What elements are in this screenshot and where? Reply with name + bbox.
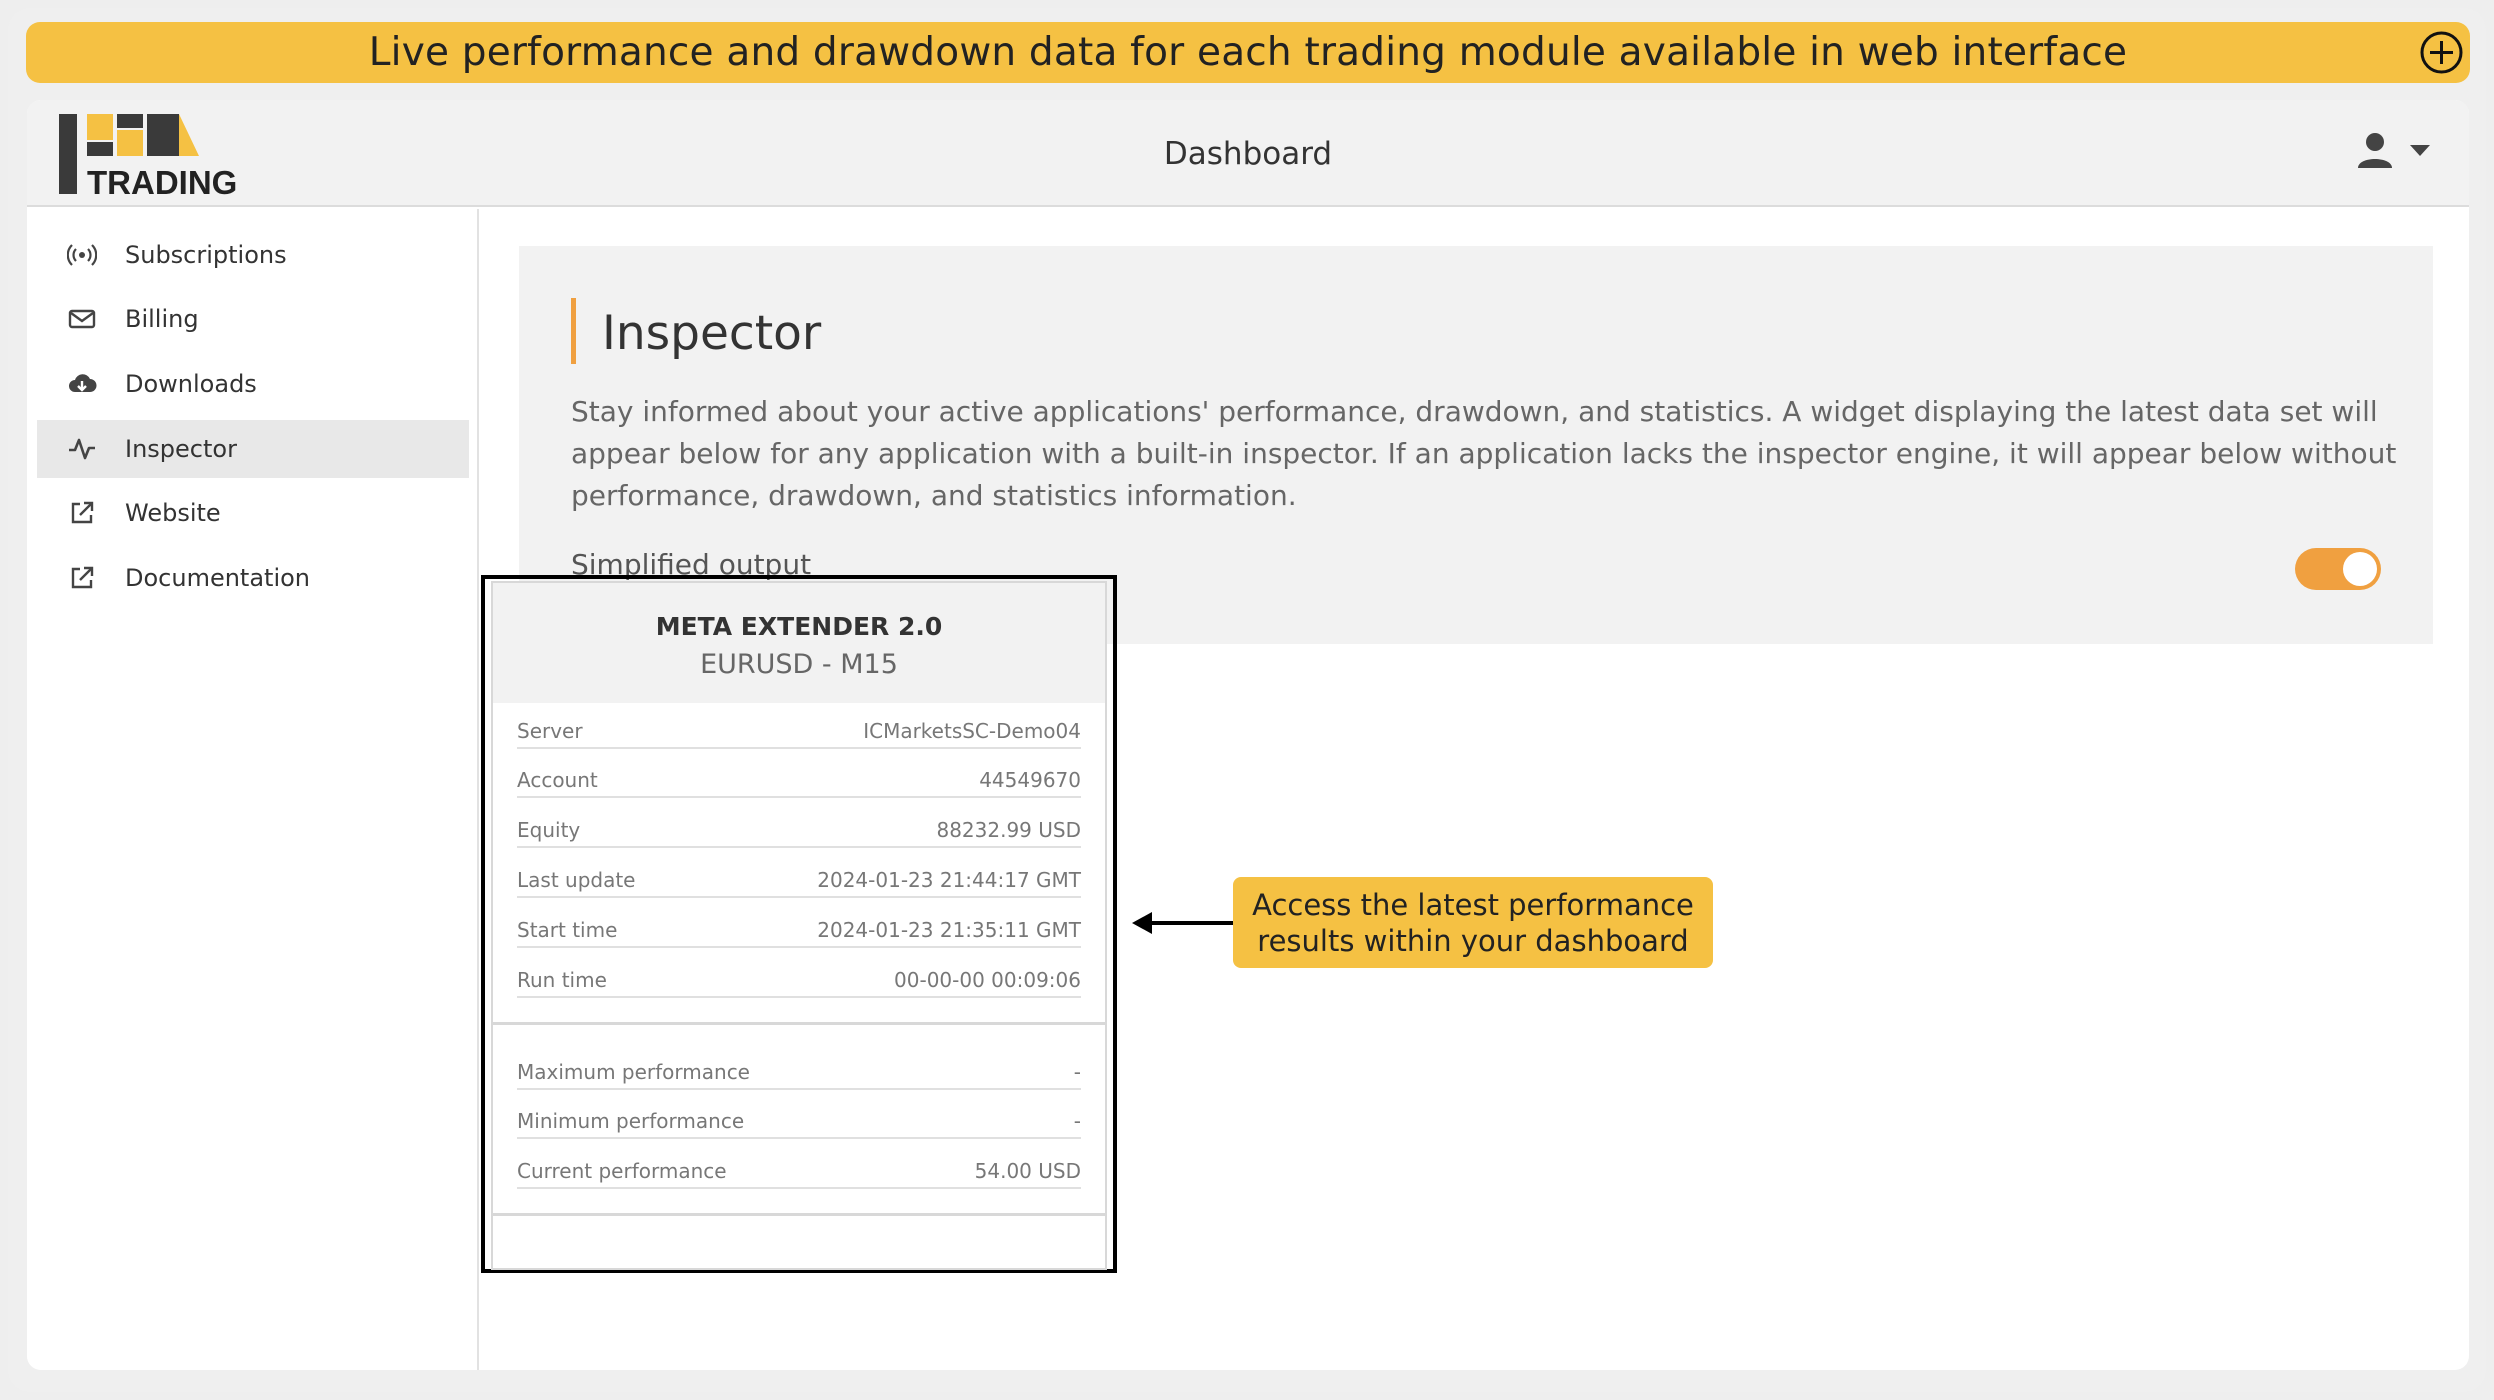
widget-subtitle: EURUSD - M15 (700, 649, 898, 680)
user-icon[interactable] (2355, 130, 2395, 170)
row-label: Last update (517, 868, 636, 892)
promo-banner: Live performance and drawdown data for e… (26, 22, 2470, 83)
row-value: ICMarketsSC-Demo04 (863, 719, 1081, 743)
external-link-icon (67, 498, 97, 528)
row-label: Minimum performance (517, 1109, 745, 1133)
sidebar-item-label: Documentation (125, 564, 311, 592)
row-value: 2024-01-23 21:35:11 GMT (817, 918, 1081, 942)
row-value: 00-00-00 00:09:06 (894, 968, 1081, 992)
table-row: Current performance 54.00 USD (517, 1149, 1081, 1189)
sidebar-item-label: Subscriptions (125, 241, 287, 269)
section-divider (493, 1022, 1105, 1025)
simplified-output-toggle[interactable] (2295, 548, 2381, 590)
inspector-description: Stay informed about your active applicat… (571, 395, 2397, 512)
sidebar-item-label: Downloads (125, 370, 257, 398)
callout-arrow-line (1147, 921, 1233, 925)
broadcast-icon (67, 240, 97, 270)
sidebar-item-website[interactable]: Website (37, 484, 469, 542)
row-label: Current performance (517, 1159, 727, 1183)
callout-line-1: Access the latest performance (1252, 887, 1694, 922)
table-row: Start time 2024-01-23 21:35:11 GMT (517, 908, 1081, 948)
widget-title: META EXTENDER 2.0 (655, 612, 943, 641)
row-value: 88232.99 USD (936, 818, 1081, 842)
row-label: Maximum performance (517, 1060, 750, 1084)
sidebar-item-subscriptions[interactable]: Subscriptions (37, 226, 469, 284)
cloud-download-icon (67, 369, 97, 399)
sidebar-item-label: Inspector (125, 435, 237, 463)
sidebar-item-downloads[interactable]: Downloads (37, 355, 469, 413)
top-bar: TRADING Dashboard (27, 100, 2469, 207)
table-row: Equity 88232.99 USD (517, 808, 1081, 848)
table-row: Server ICMarketsSC-Demo04 (517, 709, 1081, 749)
user-menu[interactable] (2355, 130, 2431, 170)
external-link-icon (67, 563, 97, 593)
plus-circle-icon[interactable] (2419, 30, 2464, 75)
inspector-title: Inspector (602, 306, 822, 361)
banner-text: Live performance and drawdown data for e… (368, 30, 2128, 75)
row-label: Run time (517, 968, 607, 992)
envelope-icon (67, 304, 97, 334)
callout-line-2: results within your dashboard (1257, 923, 1689, 958)
page-title: Dashboard (1163, 136, 1333, 172)
accent-bar (571, 298, 576, 364)
row-value: - (1073, 1109, 1081, 1133)
table-row: Maximum performance - (517, 1050, 1081, 1090)
arrow-left-icon (1132, 912, 1152, 934)
row-label: Start time (517, 918, 618, 942)
sidebar-item-label: Website (125, 499, 221, 527)
inspector-widget: META EXTENDER 2.0 EURUSD - M15 Server IC… (491, 581, 1107, 1270)
table-row: Minimum performance - (517, 1099, 1081, 1139)
table-row: Last update 2024-01-23 21:44:17 GMT (517, 858, 1081, 898)
sidebar-item-inspector[interactable]: Inspector (37, 420, 469, 478)
row-value: 2024-01-23 21:44:17 GMT (817, 868, 1081, 892)
toggle-knob (2343, 552, 2377, 586)
caret-down-icon[interactable] (2409, 143, 2431, 157)
sidebar-item-label: Billing (125, 305, 199, 333)
app-window: TRADING Dashboard Subscriptions Billing … (27, 100, 2469, 1370)
table-row: Run time 00-00-00 00:09:06 (517, 958, 1081, 998)
sidebar-item-documentation[interactable]: Documentation (37, 549, 469, 607)
row-value: 54.00 USD (974, 1159, 1081, 1183)
row-label: Account (517, 768, 598, 792)
widget-header: META EXTENDER 2.0 EURUSD - M15 (493, 583, 1105, 703)
row-value: 44549670 (979, 768, 1081, 792)
row-label: Equity (517, 818, 581, 842)
sidebar-item-billing[interactable]: Billing (37, 290, 469, 348)
table-row: Account 44549670 (517, 758, 1081, 798)
row-value: - (1073, 1060, 1081, 1084)
sidebar: Subscriptions Billing Downloads Inspecto… (27, 209, 479, 1370)
activity-icon (67, 434, 97, 464)
row-label: Server (517, 719, 583, 743)
callout-box: Access the latest performance results wi… (1233, 877, 1713, 968)
section-divider (493, 1213, 1105, 1216)
